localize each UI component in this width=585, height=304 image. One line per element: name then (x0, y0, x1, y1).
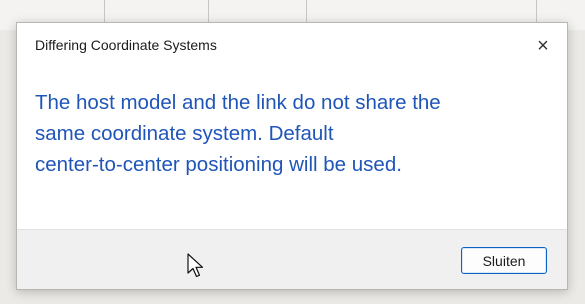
coordinate-warning-dialog: Differing Coordinate Systems × The host … (16, 22, 568, 290)
message-line: The host model and the link do not share… (35, 91, 441, 114)
close-icon[interactable]: × (525, 29, 561, 63)
mouse-pointer-icon (187, 253, 204, 278)
background-grid-line (104, 0, 105, 22)
message-line: center-to-center positioning will be use… (35, 153, 402, 176)
background-grid-line (208, 0, 209, 22)
close-button[interactable]: Sluiten (461, 247, 547, 274)
background-grid-line (306, 0, 307, 22)
background-grid-line (536, 0, 537, 22)
dialog-footer: Sluiten (17, 229, 567, 289)
dialog-title: Differing Coordinate Systems (35, 37, 217, 53)
message-line: same coordinate system. Default (35, 122, 334, 145)
dialog-message: The host model and the link do not share… (35, 87, 545, 180)
dialog-titlebar[interactable]: Differing Coordinate Systems × (17, 23, 567, 69)
